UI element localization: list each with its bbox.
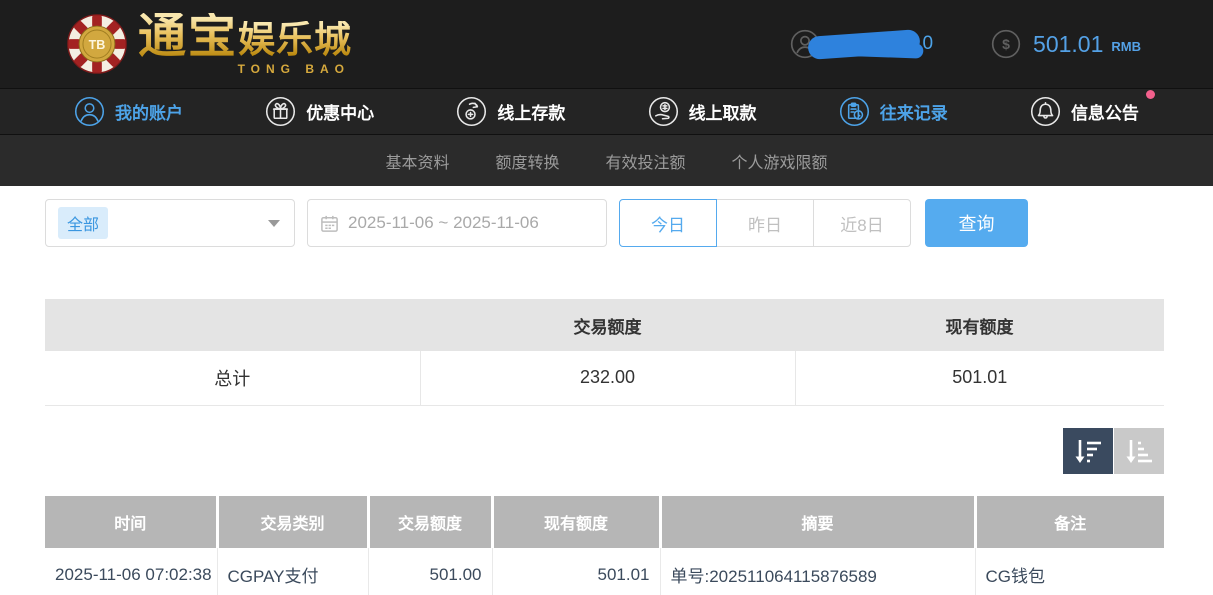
nav-item-transaction-records[interactable]: 往来记录: [839, 96, 948, 127]
balance-currency: RMB: [1111, 39, 1141, 54]
records-header-summary: 摘要: [660, 496, 975, 548]
brand-name-rest: 娱乐城: [238, 21, 352, 58]
sub-nav: 基本资料 额度转换 有效投注额 个人游戏限额: [0, 135, 1213, 186]
subnav-item-credit-transfer[interactable]: 额度转换: [495, 149, 559, 173]
sort-descending-icon: [1074, 438, 1102, 464]
casino-chip-logo-icon: TB: [66, 13, 128, 75]
dollar-icon: $: [991, 29, 1021, 59]
summary-header-transaction-amount: 交易额度: [420, 299, 795, 351]
date-range-input[interactable]: 2025-11-06 ~ 2025-11-06: [307, 199, 607, 247]
brand-name-latin: TONG BAO: [238, 63, 350, 75]
records-header-row: 时间 交易类别 交易额度 现有额度 摘要 备注: [45, 496, 1164, 548]
chip-text: TB: [89, 38, 106, 52]
table-row: 2025-11-06 07:02:38 CGPAY支付 501.00 501.0…: [45, 548, 1164, 595]
account-icon: [74, 96, 105, 127]
username-redacted: [808, 29, 921, 60]
app-header: TB 通宝 娱乐城 TONG BAO 0 $ 501.01 RMB: [0, 0, 1213, 88]
transaction-type-select[interactable]: 全部: [45, 199, 295, 247]
nav-item-promotions[interactable]: 优惠中心: [265, 96, 374, 127]
sort-ascending-button[interactable]: [1114, 428, 1164, 474]
last-8-days-button[interactable]: 近8日: [813, 199, 911, 247]
bell-icon: [1030, 96, 1061, 127]
summary-header-empty: [45, 299, 420, 351]
record-summary: 单号:202511064115876589: [660, 548, 975, 595]
records-header-type: 交易类别: [217, 496, 368, 548]
records-header-balance: 现有额度: [492, 496, 660, 548]
deposit-coin-icon: [456, 96, 487, 127]
gift-icon: [265, 96, 296, 127]
username-suffix: 0: [922, 33, 933, 55]
svg-text:$: $: [1002, 36, 1010, 52]
calendar-icon: [320, 214, 339, 233]
nav-label: 线上存款: [497, 99, 565, 124]
summary-total-row: 总计 232.00 501.01: [45, 351, 1164, 405]
user-account-chip[interactable]: 0: [790, 29, 933, 59]
main-nav: 我的账户 优惠中心 线上存款 线上取款: [0, 88, 1213, 135]
nav-item-announcements[interactable]: 信息公告: [1030, 96, 1139, 127]
nav-label: 我的账户: [115, 99, 183, 124]
subnav-item-valid-bets[interactable]: 有效投注额: [606, 149, 686, 173]
brand-name-main: 通宝: [138, 13, 238, 61]
record-remark: CG钱包: [975, 548, 1164, 595]
nav-item-online-deposit[interactable]: 线上存款: [456, 96, 565, 127]
records-clipboard-icon: [839, 96, 870, 127]
nav-item-my-account[interactable]: 我的账户: [74, 96, 183, 127]
brand-logo: TB 通宝 娱乐城 TONG BAO: [66, 13, 352, 75]
content-area: 全部 2025-11-06 ~ 2025-11-06 今日 昨日 近8日 查询: [0, 186, 1213, 595]
record-amount: 501.00: [368, 548, 492, 595]
withdraw-coin-icon: [648, 96, 679, 127]
brand-name: 通宝 娱乐城 TONG BAO: [138, 13, 352, 75]
record-time: 2025-11-06 07:02:38: [45, 548, 217, 595]
balance-amount: 501.01: [1033, 31, 1103, 58]
search-button[interactable]: 查询: [925, 199, 1028, 247]
record-type: CGPAY支付: [217, 548, 368, 595]
subnav-item-basic-info[interactable]: 基本资料: [385, 149, 449, 173]
nav-label: 优惠中心: [306, 99, 374, 124]
today-button[interactable]: 今日: [619, 199, 717, 247]
notification-dot: [1146, 90, 1155, 99]
records-header-amount: 交易额度: [368, 496, 492, 548]
selected-type-tag: 全部: [58, 207, 108, 239]
summary-header-current-balance: 现有额度: [795, 299, 1164, 351]
nav-label: 线上取款: [689, 99, 757, 124]
filter-bar: 全部 2025-11-06 ~ 2025-11-06 今日 昨日 近8日 查询: [45, 199, 1164, 247]
quick-range-group: 今日 昨日 近8日: [619, 199, 911, 247]
records-header-remark: 备注: [975, 496, 1164, 548]
subnav-item-personal-game-limit[interactable]: 个人游戏限额: [732, 149, 828, 173]
yesterday-button[interactable]: 昨日: [716, 199, 814, 247]
summary-total-label: 总计: [45, 351, 420, 405]
summary-total-transaction: 232.00: [420, 351, 795, 405]
summary-table: 交易额度 现有额度 总计 232.00 501.01: [45, 299, 1164, 406]
nav-item-online-withdrawal[interactable]: 线上取款: [648, 96, 757, 127]
records-table: 时间 交易类别 交易额度 现有额度 摘要 备注 2025-11-06 07:02…: [45, 496, 1164, 595]
balance-display[interactable]: $ 501.01 RMB: [991, 29, 1141, 59]
records-header-time: 时间: [45, 496, 217, 548]
nav-label: 往来记录: [880, 99, 948, 124]
sort-descending-button[interactable]: [1063, 428, 1113, 474]
summary-total-balance: 501.01: [795, 351, 1164, 405]
date-range-value: 2025-11-06 ~ 2025-11-06: [348, 213, 539, 233]
sort-ascending-icon: [1125, 438, 1153, 464]
chevron-down-icon: [268, 220, 280, 227]
record-balance: 501.01: [492, 548, 660, 595]
sort-controls: [45, 428, 1164, 474]
summary-header-row: 交易额度 现有额度: [45, 299, 1164, 351]
nav-label: 信息公告: [1071, 99, 1139, 124]
